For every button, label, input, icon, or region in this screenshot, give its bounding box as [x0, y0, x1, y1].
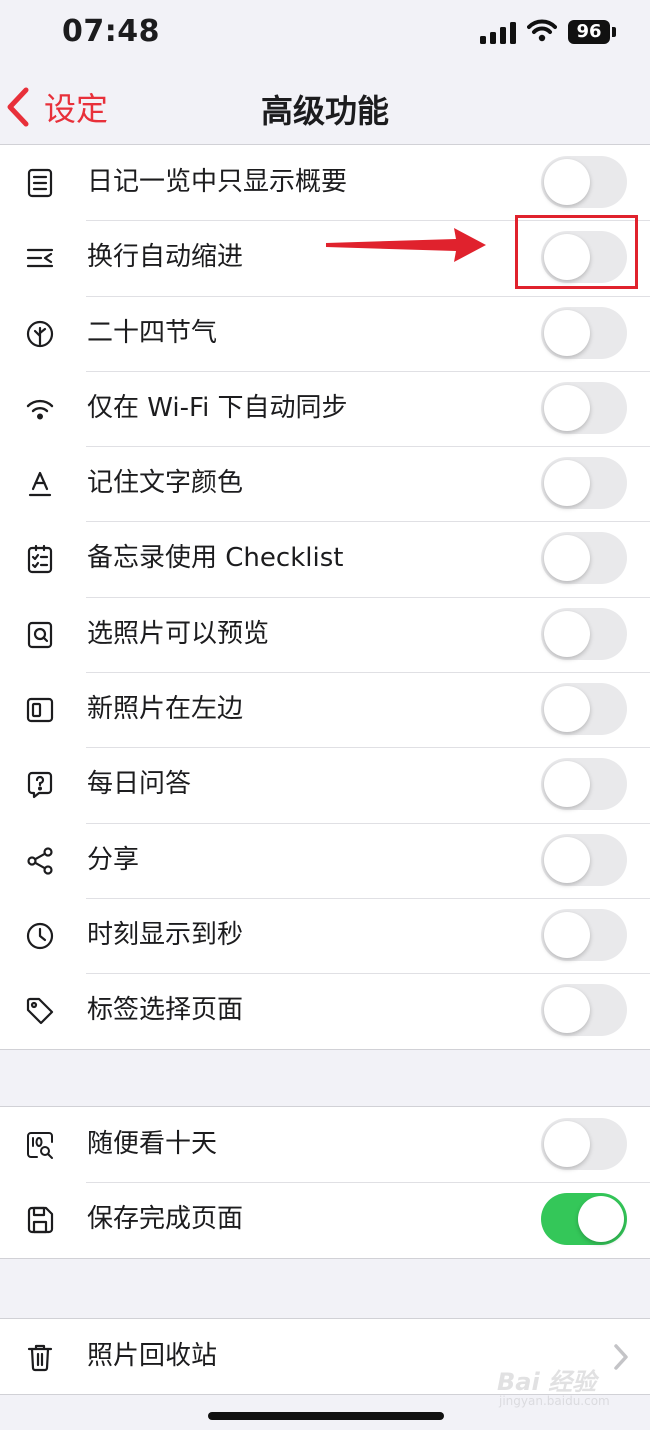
battery-indicator: 96 — [568, 20, 610, 44]
toggle-knob — [544, 1121, 590, 1167]
share-icon — [27, 847, 53, 875]
question-bubble-icon — [27, 772, 53, 799]
text-color-icon — [28, 472, 52, 497]
leaf-icon — [26, 320, 54, 347]
setting-label: 记住文字颜色 — [87, 468, 244, 499]
status-bar: 07:48 96 — [0, 0, 650, 70]
photo-left-icon — [26, 697, 54, 723]
setting-toggle[interactable] — [541, 156, 627, 208]
toggle-knob — [544, 987, 590, 1034]
setting-row: 新照片在左边 — [0, 672, 650, 747]
setting-label: 时刻显示到秒 — [87, 919, 244, 950]
setting-label: 新照片在左边 — [87, 694, 244, 725]
setting-label: 分享 — [87, 844, 140, 875]
setting-toggle[interactable] — [541, 607, 627, 660]
toggle-knob — [578, 1196, 624, 1243]
setting-row: 备忘录使用 Checklist — [0, 521, 650, 596]
navigation-bar: 设定 高级功能 — [0, 70, 650, 145]
annotation-arrow — [326, 228, 486, 262]
toggle-knob — [544, 460, 590, 507]
setting-toggle[interactable] — [541, 758, 627, 811]
toggle-knob — [544, 535, 590, 582]
photo-preview-icon — [27, 621, 53, 648]
setting-toggle[interactable] — [541, 683, 627, 736]
setting-toggle[interactable] — [541, 381, 627, 434]
setting-label: 二十四节气 — [87, 317, 218, 348]
indent-icon — [26, 249, 54, 268]
setting-row: 仅在 Wi-Fi 下自动同步 — [0, 370, 650, 446]
status-time: 07:48 — [62, 14, 160, 49]
setting-label: 选照片可以预览 — [87, 618, 270, 649]
watermark-subtext: jingyan.baidu.com — [499, 1394, 610, 1408]
setting-label: 备忘录使用 Checklist — [87, 543, 344, 574]
annotation-highlight-box — [515, 215, 638, 289]
setting-row: 随便看十天 — [0, 1107, 650, 1182]
save-icon — [27, 1207, 54, 1234]
setting-toggle[interactable] — [541, 833, 627, 886]
battery-tip — [612, 27, 616, 37]
setting-row: 二十四节气 — [0, 295, 650, 371]
list-document-icon — [27, 168, 53, 198]
setting-label: 日记一览中只显示概要 — [87, 167, 348, 197]
toggle-knob — [544, 911, 590, 958]
trash-icon — [27, 1344, 53, 1372]
setting-toggle[interactable] — [541, 306, 627, 359]
setting-row: 时刻显示到秒 — [0, 897, 650, 973]
ten-days-search-icon — [27, 1132, 53, 1159]
setting-toggle[interactable] — [541, 1193, 627, 1246]
watermark: Bai 经验 jingyan.baidu.com — [497, 1362, 627, 1414]
home-indicator[interactable] — [208, 1412, 444, 1420]
setting-toggle[interactable] — [541, 1118, 627, 1170]
setting-row: 选照片可以预览 — [0, 596, 650, 672]
setting-toggle[interactable] — [541, 984, 627, 1037]
setting-toggle[interactable] — [541, 532, 627, 585]
setting-label: 照片回收站 — [87, 1341, 218, 1371]
setting-row: 分享 — [0, 822, 650, 898]
toggle-knob — [544, 610, 590, 657]
setting-label: 随便看十天 — [87, 1129, 218, 1159]
watermark-text: Bai 经验 — [497, 1368, 597, 1396]
setting-row: 日记一览中只显示概要 — [0, 145, 650, 220]
cellular-signal-icon — [480, 22, 516, 44]
setting-toggle[interactable] — [541, 457, 627, 510]
setting-row: 记住文字颜色 — [0, 446, 650, 521]
toggle-knob — [544, 686, 590, 733]
toggle-knob — [544, 384, 590, 431]
wifi-icon — [26, 399, 54, 420]
toggle-knob — [544, 309, 590, 356]
setting-label: 每日问答 — [87, 769, 192, 800]
toggle-knob — [544, 836, 590, 883]
setting-row: 保存完成页面 — [0, 1182, 650, 1257]
clock-icon — [26, 922, 54, 950]
page-title: 高级功能 — [260, 92, 389, 130]
setting-label: 标签选择页面 — [87, 995, 244, 1026]
setting-label: 仅在 Wi-Fi 下自动同步 — [87, 392, 348, 423]
checklist-icon — [27, 545, 53, 574]
setting-row: 每日问答 — [0, 747, 650, 822]
toggle-knob — [544, 761, 590, 808]
tag-icon — [26, 998, 54, 1025]
settings-group-extras: 随便看十天 保存完成页面 — [0, 1106, 650, 1259]
setting-label: 保存完成页面 — [87, 1204, 244, 1235]
setting-toggle[interactable] — [541, 908, 627, 961]
toggle-knob — [544, 159, 590, 205]
wifi-status-icon — [527, 19, 557, 42]
setting-label: 换行自动缩进 — [87, 242, 244, 273]
setting-row: 标签选择页面 — [0, 973, 650, 1048]
